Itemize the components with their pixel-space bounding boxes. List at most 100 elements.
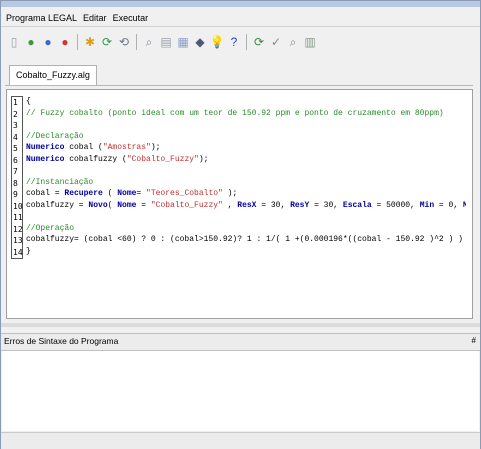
code-token: cobal ( [64, 143, 103, 152]
code-token: ); [198, 154, 209, 164]
find-icon[interactable]: ⌕ [142, 34, 156, 50]
menu-executar[interactable]: Executar [112, 13, 150, 23]
line-number: 4 [13, 132, 18, 142]
code-line: { [26, 96, 466, 108]
line-number: 14 [13, 247, 23, 257]
code-line: Numerico cobal ("Amostras"); [26, 142, 466, 154]
code-token: Escala [342, 200, 372, 210]
code-token: , [222, 200, 238, 210]
code-token: "Cobalto_Fuzzy" [150, 200, 223, 210]
code-token: = 30, [256, 200, 291, 210]
error-panel-header: Erros de Sintaxe do Programa # [1, 333, 480, 351]
star-icon[interactable]: ✱ [83, 34, 97, 50]
line-number: 8 [13, 178, 18, 188]
line-number: 6 [13, 155, 18, 165]
code-token: Nome [117, 200, 137, 210]
open-file-icon[interactable]: ● [24, 34, 38, 50]
close-file-icon[interactable]: ● [58, 34, 72, 50]
code-token: // Fuzzy cobalto (ponto ideal com um teo… [26, 108, 444, 118]
pin-panel-icon[interactable]: # [472, 336, 476, 345]
toolbar-separator [136, 34, 137, 50]
code-token: "Amostras" [102, 143, 151, 152]
code-line: //Operação [26, 223, 466, 235]
code-token: Min [419, 200, 435, 210]
line-number: 7 [13, 167, 18, 176]
menu-editar[interactable]: Editar [82, 13, 108, 23]
toolbar-separator [77, 34, 78, 50]
code-token: Nome [117, 189, 137, 198]
run-icon[interactable]: ⟳ [252, 34, 266, 50]
copy-icon[interactable]: ▤ [159, 34, 173, 50]
code-token: cobalfuzzy= (cobal <60) ? 0 : (cobal>150… [26, 235, 466, 244]
code-token: ); [222, 189, 238, 198]
error-list-panel [2, 351, 479, 431]
code-token: ( [102, 189, 118, 198]
lightbulb-icon[interactable]: 💡 [210, 34, 225, 50]
code-line: cobalfuzzy = Novo( Nome = "Cobalto_Fuzzy… [26, 200, 466, 212]
code-token: //Instanciação [26, 177, 94, 187]
toolbar-separator [246, 34, 247, 50]
code-token: = [136, 189, 147, 198]
menu-programa-legal[interactable]: Programa LEGAL [5, 13, 78, 23]
code-token: //Declaração [26, 131, 84, 141]
code-line: // Fuzzy cobalto (ponto ideal com um teo… [26, 108, 466, 120]
code-token: } [26, 246, 31, 256]
code-token: = 50000, [371, 200, 420, 210]
undo-icon[interactable]: ⟲ [117, 34, 131, 50]
code-line: cobal = Recupere ( Nome= "Teores_Cobalto… [26, 188, 466, 200]
code-line: Numerico cobalfuzzy ("Cobalto_Fuzzy"); [26, 154, 466, 166]
code-token: = [136, 200, 151, 210]
code-line: //Instanciação [26, 177, 466, 189]
menu-bar: Programa LEGAL Editar Executar [5, 11, 149, 25]
code-token: ResX [237, 200, 257, 210]
code-token: cobal = [26, 189, 65, 198]
line-number: 3 [13, 121, 18, 130]
code-token: cobalfuzzy = [26, 200, 89, 210]
app-window: Programa LEGAL Editar Executar ▯ ● ● ● ✱ ⟳ ⟲ ⌕ ▤… [0, 0, 481, 449]
line-number: 2 [13, 109, 18, 119]
chart-icon[interactable]: ▥ [303, 34, 317, 50]
code-token: "Teores_Cobalto" [146, 189, 223, 198]
line-number: 9 [13, 190, 18, 199]
code-editor[interactable]: 1 2 3 4 5 6 7 8 9 10 11 12 13 14 {// Fuzzy cobalto (p… [6, 89, 473, 319]
title-bar [1, 1, 480, 7]
code-token: ResY [290, 200, 310, 210]
zoom-icon[interactable]: ⌕ [286, 34, 300, 50]
code-token: Max [462, 200, 466, 210]
toolbar: ▯ ● ● ● ✱ ⟳ ⟲ ⌕ ▤ ▦ ◆ 💡? ⟳ ✓ ⌕ ▥ [7, 31, 317, 53]
code-token: ( [107, 200, 118, 210]
panel-splitter[interactable] [1, 323, 480, 327]
code-token: = 30, [309, 200, 343, 210]
line-number: 11 [13, 213, 23, 222]
save-file-icon[interactable]: ● [41, 34, 55, 50]
line-number-gutter: 1 2 3 4 5 6 7 8 9 10 11 12 13 14 [11, 96, 23, 259]
new-file-icon[interactable]: ▯ [7, 34, 21, 50]
paste-icon[interactable]: ▦ [176, 34, 190, 50]
code-line: //Declaração [26, 131, 466, 143]
code-token: = 0, [434, 200, 463, 210]
status-bar [1, 432, 480, 449]
code-area[interactable]: {// Fuzzy cobalto (ponto ideal com um te… [26, 96, 466, 257]
line-number: 12 [13, 224, 23, 234]
code-token: Recupere [64, 189, 103, 198]
line-number: 1 [13, 98, 18, 107]
document-tab-strip: Cobalto_Fuzzy.alg [5, 61, 473, 86]
pin-icon[interactable]: ◆ [193, 34, 207, 50]
code-token: "Cobalto_Fuzzy" [126, 154, 199, 164]
tab-cobalto-fuzzy[interactable]: Cobalto_Fuzzy.alg [9, 65, 97, 85]
help-icon[interactable]: ? [227, 34, 241, 50]
code-token: Numerico [26, 154, 65, 164]
code-token: Numerico [26, 143, 65, 152]
error-panel-title: Erros de Sintaxe do Programa [4, 336, 119, 346]
code-token: ); [150, 143, 161, 152]
code-token: //Operação [26, 223, 75, 233]
line-number: 13 [13, 236, 23, 245]
check-icon[interactable]: ✓ [269, 34, 283, 50]
code-line: cobalfuzzy= (cobal <60) ? 0 : (cobal>150… [26, 234, 466, 246]
line-number: 5 [13, 144, 18, 153]
redo-icon[interactable]: ⟳ [100, 34, 114, 50]
code-token: Novo [88, 200, 108, 210]
